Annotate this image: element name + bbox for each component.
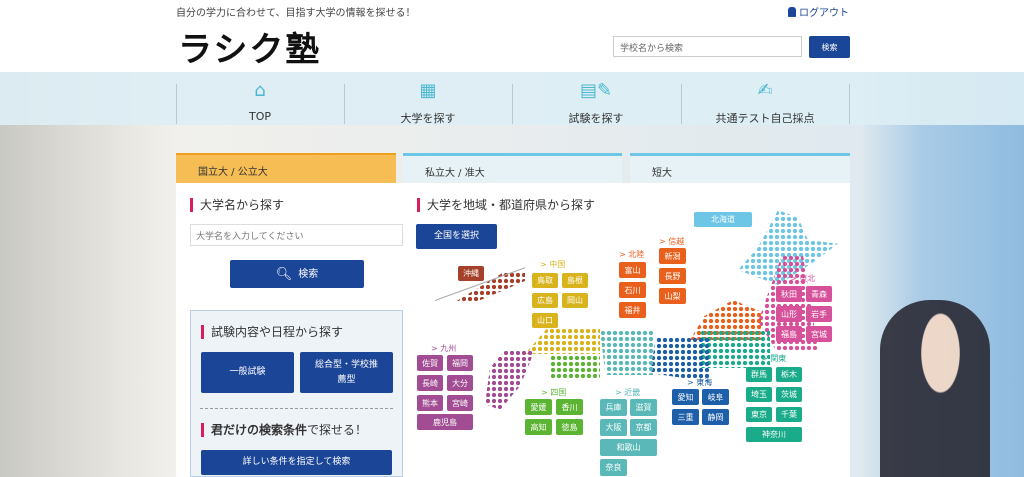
nav-find-university[interactable]: ▦ 大学を探す [344, 80, 512, 125]
pref-button[interactable]: 埼玉 [746, 387, 772, 402]
pref-button[interactable]: 滋賀 [630, 399, 657, 416]
pref-button[interactable]: 静岡 [702, 409, 729, 425]
exam-search-heading: 試験内容や日程から探す [201, 325, 343, 339]
site-header: 自分の学力に合わせて、目指す大学の情報を探せる！ ログアウト ラシク塾 学校名か… [0, 0, 1024, 72]
pref-button[interactable]: 奈良 [600, 459, 627, 476]
pref-button[interactable]: 徳島 [556, 419, 583, 435]
comprehensive-exam-button[interactable]: 総合型・学校推薦型 [300, 352, 393, 393]
home-icon: ⌂ [254, 80, 266, 101]
pref-button[interactable]: 福島 [776, 326, 802, 342]
pref-button[interactable]: 愛知 [672, 389, 699, 405]
pref-button[interactable]: 大阪 [600, 419, 627, 436]
pref-button[interactable]: 栃木 [776, 367, 802, 382]
pref-button[interactable]: 佐賀 [417, 355, 443, 371]
pref-button[interactable]: 長崎 [417, 375, 443, 391]
tab-private[interactable]: 私立大 / 准大 [403, 153, 622, 183]
tab-national-public[interactable]: 国立大 / 公立大 [176, 153, 396, 183]
pref-button[interactable]: 岩手 [806, 306, 832, 322]
divider [200, 408, 393, 409]
condition-heading: 君だけの検索条件で探せる！ [201, 423, 367, 437]
pref-button[interactable]: 宮崎 [447, 395, 473, 411]
pref-button[interactable]: 香川 [556, 399, 583, 415]
pref-button[interactable]: 新潟 [659, 248, 686, 264]
pref-button[interactable]: 岐阜 [702, 389, 729, 405]
nav-label: 共通テスト自己採点 [715, 112, 815, 125]
nav-self-scoring[interactable]: ✍ 共通テスト自己採点 [681, 80, 849, 125]
tagline: 自分の学力に合わせて、目指す大学の情報を探せる！ [176, 8, 416, 19]
school-search-input[interactable]: 学校名から検索 [613, 36, 802, 57]
logout-label: ログアウト [799, 8, 849, 19]
pref-button[interactable]: 山形 [776, 306, 802, 322]
region-label-kyushu: > 九州 [431, 344, 457, 353]
pref-button[interactable]: 群馬 [746, 367, 772, 382]
pref-button[interactable]: 岡山 [562, 293, 588, 308]
pref-button[interactable]: 山梨 [659, 288, 686, 304]
pref-button[interactable]: 北海道 [694, 212, 752, 227]
student-photo [880, 300, 990, 477]
general-exam-button[interactable]: 一般試験 [201, 352, 294, 393]
pref-button[interactable]: 広島 [532, 293, 558, 308]
pref-button[interactable]: 神奈川 [746, 427, 802, 442]
pref-button[interactable]: 鹿児島 [417, 414, 473, 430]
map-area-shikoku[interactable] [550, 355, 600, 380]
pref-button[interactable]: 和歌山 [600, 439, 657, 456]
nav-top[interactable]: ⌂ TOP [176, 80, 344, 125]
name-search-button[interactable]: 🔍︎ 検索 [230, 260, 364, 288]
nav-label: 試験を探す [568, 112, 624, 125]
pref-button[interactable]: 福井 [619, 302, 646, 318]
pref-button[interactable]: 富山 [619, 262, 646, 278]
region-label-tohoku: > 東北 [790, 274, 816, 283]
pref-button[interactable]: 熊本 [417, 395, 443, 411]
pref-button[interactable]: 青森 [806, 286, 832, 302]
building-icon: ▦ [419, 80, 437, 101]
pref-button[interactable]: 高知 [525, 419, 552, 435]
condition-heading-bold: 君だけの検索条件 [211, 423, 308, 437]
pref-button[interactable]: 東京 [746, 407, 772, 422]
lock-icon [788, 6, 796, 17]
button-label: 検索 [298, 268, 319, 280]
region-label-hokuriku: > 北陸 [619, 250, 645, 259]
university-name-input[interactable]: 大学名を入力してください [190, 224, 403, 246]
map-area-kanto[interactable] [700, 330, 770, 368]
search-icon: 🔍︎ [275, 266, 293, 282]
region-label-kinki: > 近畿 [615, 388, 641, 397]
school-search-button[interactable]: 検索 [809, 36, 850, 58]
pref-button[interactable]: 沖縄 [458, 266, 484, 281]
nav-label: 大学を探す [400, 112, 456, 125]
region-label-shinetsu: > 信越 [659, 237, 685, 246]
pref-button[interactable]: 三重 [672, 409, 699, 425]
select-all-button[interactable]: 全国を選択 [416, 224, 497, 249]
main-nav: ⌂ TOP ▦ 大学を探す ▤✎ 試験を探す ✍ 共通テスト自己採点 [0, 72, 1024, 125]
detailed-search-button[interactable]: 詳しい条件を指定して検索 [201, 450, 392, 475]
pref-button[interactable]: 島根 [562, 273, 588, 288]
document-pen-icon: ▤✎ [579, 80, 613, 101]
test-check-icon: ✍ [757, 80, 773, 101]
pref-button[interactable]: 千葉 [776, 407, 802, 422]
name-search-heading: 大学名から探す [190, 198, 284, 212]
nav-find-exam[interactable]: ▤✎ 試験を探す [512, 80, 680, 125]
pref-button[interactable]: 茨城 [776, 387, 802, 402]
nav-label: TOP [248, 110, 271, 123]
pref-button[interactable]: 長野 [659, 268, 686, 284]
pref-button[interactable]: 福岡 [447, 355, 473, 371]
pref-button[interactable]: 鳥取 [532, 273, 558, 288]
pref-button[interactable]: 山口 [532, 313, 558, 328]
region-label-tokai: > 東海 [687, 378, 713, 387]
pref-button[interactable]: 愛媛 [525, 399, 552, 415]
region-search-heading: 大学を地域・都道府県から探す [417, 198, 595, 212]
pref-button[interactable]: 宮城 [806, 326, 832, 342]
pref-button[interactable]: 石川 [619, 282, 646, 298]
map-area-kinki[interactable] [600, 330, 655, 375]
tab-junior-college[interactable]: 短大 [630, 153, 850, 183]
logout-link[interactable]: ログアウト [788, 4, 849, 19]
region-label-shikoku: > 四国 [541, 388, 567, 397]
region-label-chugoku: > 中国 [540, 260, 566, 269]
region-label-kanto: > 関東 [761, 354, 787, 363]
condition-heading-rest: で探せる！ [307, 423, 368, 437]
site-logo[interactable]: ラシク塾 [178, 22, 321, 71]
pref-button[interactable]: 京都 [630, 419, 657, 436]
pref-button[interactable]: 大分 [447, 375, 473, 391]
pref-button[interactable]: 兵庫 [600, 399, 627, 416]
pref-button[interactable]: 秋田 [776, 286, 802, 302]
